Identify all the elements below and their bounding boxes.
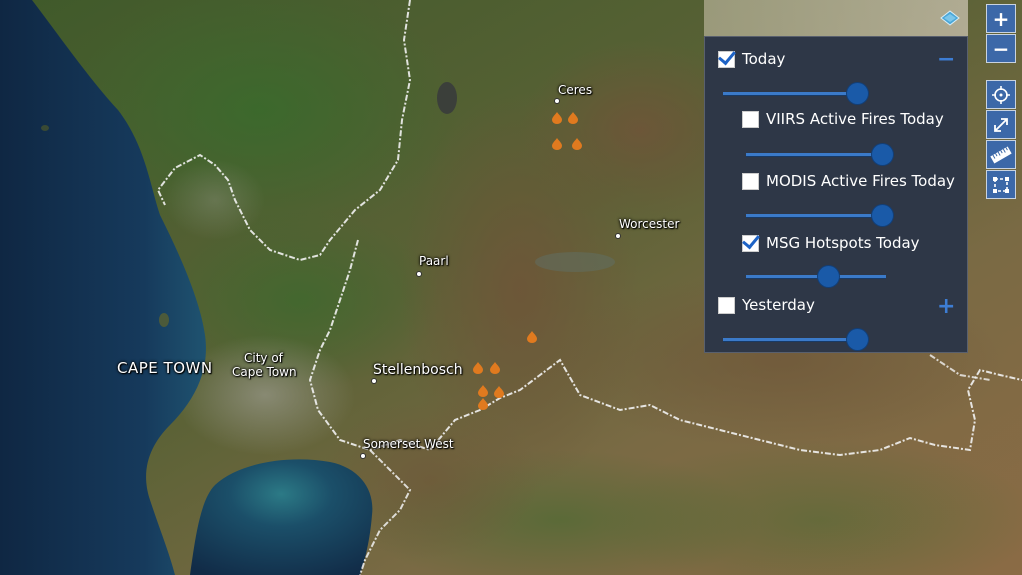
crosshair-icon: [992, 85, 1010, 104]
ceres-marker: [554, 98, 560, 104]
modis-checkbox[interactable]: [742, 172, 759, 190]
stellenbosch-marker: [371, 378, 377, 384]
expand-arrows-icon: [994, 117, 1008, 132]
expand-yesterday-icon[interactable]: +: [937, 296, 955, 318]
viirs-label: VIIRS Active Fires Today: [766, 110, 944, 128]
msg-label: MSG Hotspots Today: [766, 234, 920, 252]
fire-marker-icon[interactable]: [552, 138, 562, 150]
viirs-checkbox[interactable]: [742, 110, 759, 128]
modis-label: MODIS Active Fires Today: [766, 172, 955, 190]
paarl-marker: [416, 271, 422, 277]
msg-opacity-thumb[interactable]: [818, 266, 839, 287]
layer-viirs[interactable]: VIIRS Active Fires Today: [742, 110, 944, 128]
fire-marker-icon[interactable]: [527, 331, 537, 343]
measure-button[interactable]: [986, 140, 1016, 169]
label-city-of-cape-town-line2: Cape Town: [232, 365, 297, 379]
zoom-out-label: −: [992, 36, 1010, 61]
layer-list-panel: Today − VIIRS Active Fires Today MODIS A…: [704, 0, 968, 353]
fire-marker-icon[interactable]: [572, 138, 582, 150]
viirs-opacity-thumb[interactable]: [872, 144, 893, 165]
fire-marker-icon[interactable]: [478, 385, 488, 397]
somerset-west-marker: [360, 453, 366, 459]
ruler-icon: [990, 146, 1012, 163]
fire-marker-icon[interactable]: [478, 398, 488, 410]
label-worcester: Worcester: [619, 217, 680, 231]
label-cape-town: CAPE TOWN: [117, 359, 213, 377]
msg-checkbox[interactable]: [742, 234, 759, 252]
layer-msg[interactable]: MSG Hotspots Today: [742, 234, 920, 252]
msg-opacity-slider[interactable]: [746, 266, 886, 287]
zoom-in-button[interactable]: +: [986, 4, 1016, 33]
fire-marker-icon[interactable]: [568, 112, 578, 124]
label-stellenbosch: Stellenbosch: [373, 362, 463, 378]
label-city-of-cape-town-line1: City of: [244, 351, 283, 365]
today-opacity-slider[interactable]: [723, 83, 868, 104]
label-somerset-west: Somerset West: [363, 437, 454, 451]
today-label: Today: [742, 50, 786, 68]
polygon-select-icon: [993, 176, 1009, 193]
modis-opacity-slider[interactable]: [746, 205, 893, 226]
yesterday-label: Yesterday: [742, 296, 815, 314]
fire-marker-icon[interactable]: [494, 386, 504, 398]
fullscreen-button[interactable]: [986, 110, 1016, 139]
layer-group-today[interactable]: Today: [718, 50, 785, 68]
label-paarl: Paarl: [419, 254, 449, 268]
worcester-marker: [615, 233, 621, 239]
locate-button[interactable]: [986, 80, 1016, 109]
panel-header: [704, 0, 968, 36]
yesterday-opacity-thumb[interactable]: [847, 329, 868, 350]
yesterday-checkbox[interactable]: [718, 296, 735, 314]
fire-marker-icon[interactable]: [490, 362, 500, 374]
layer-list: Today − VIIRS Active Fires Today MODIS A…: [704, 36, 968, 353]
modis-opacity-thumb[interactable]: [872, 205, 893, 226]
yesterday-opacity-slider[interactable]: [723, 329, 868, 350]
layers-icon[interactable]: [940, 9, 960, 29]
fire-marker-icon[interactable]: [552, 112, 562, 124]
collapse-today-icon[interactable]: −: [937, 49, 955, 71]
viirs-opacity-slider[interactable]: [746, 144, 893, 165]
layer-modis[interactable]: MODIS Active Fires Today: [742, 172, 955, 190]
zoom-out-button[interactable]: −: [986, 34, 1016, 63]
today-opacity-thumb[interactable]: [847, 83, 868, 104]
fire-marker-icon[interactable]: [473, 362, 483, 374]
zoom-in-label: +: [992, 6, 1010, 31]
today-checkbox[interactable]: [718, 50, 735, 68]
layer-group-yesterday[interactable]: Yesterday: [718, 296, 815, 314]
label-ceres: Ceres: [558, 83, 593, 97]
draw-area-button[interactable]: [986, 170, 1016, 199]
